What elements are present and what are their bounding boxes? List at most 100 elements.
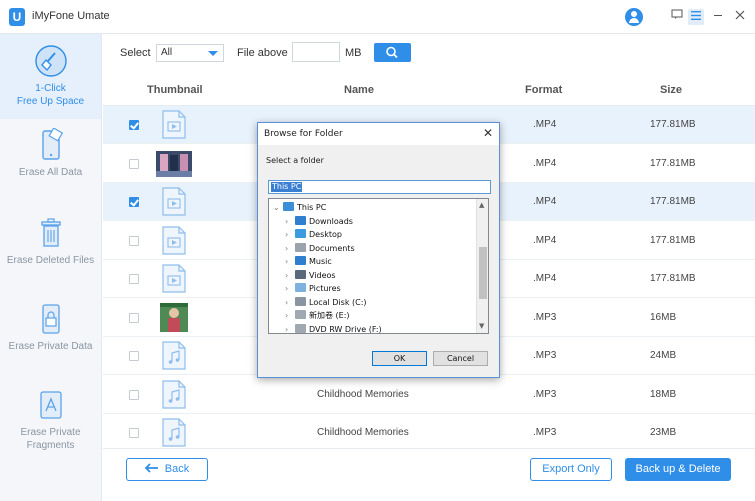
scroll-down-icon[interactable]: ▼ <box>479 322 484 330</box>
chevron-right-icon[interactable]: › <box>285 215 295 228</box>
tree-item[interactable]: › 新加卷 (E:) <box>285 309 350 322</box>
file-name: Childhood Memories <box>317 427 409 438</box>
row-checkbox[interactable] <box>129 389 139 400</box>
sidebar: 1-Click Free Up Space Erase All Data Era… <box>0 34 102 501</box>
scroll-thumb[interactable] <box>479 247 487 299</box>
chevron-right-icon[interactable]: › <box>285 282 295 295</box>
menu-icon[interactable] <box>688 9 704 25</box>
file-size: 177.81MB <box>650 234 696 246</box>
file-size: 177.81MB <box>650 196 696 207</box>
tree-item[interactable]: › Documents <box>285 242 355 255</box>
tree-scrollbar[interactable]: ▲ ▼ <box>476 199 488 333</box>
table-row[interactable]: Childhood Memories .MP3 23MB <box>103 414 755 452</box>
browse-folder-dialog: Browse for Folder ✕ Select a folder This… <box>257 122 500 378</box>
feedback-icon[interactable] <box>669 9 685 25</box>
desktop-icon <box>295 229 306 238</box>
file-format: .MP4 <box>533 119 557 130</box>
dialog-ok-button[interactable]: OK <box>372 351 427 366</box>
sidebar-item-erase-deleted-files[interactable]: Erase Deleted Files <box>0 216 101 300</box>
tree-item[interactable]: › Desktop <box>285 228 342 241</box>
lock-icon <box>41 304 60 334</box>
drive-icon <box>295 310 306 319</box>
sidebar-item-erase-all-data[interactable]: Erase All Data <box>0 128 101 208</box>
phone-eraser-icon <box>41 128 63 160</box>
row-checkbox[interactable] <box>129 312 139 323</box>
tree-item[interactable]: › Pictures <box>285 282 341 295</box>
file-size: 177.81MB <box>650 273 696 284</box>
sidebar-item-erase-private-fragments[interactable]: Erase Private Fragments <box>0 388 101 478</box>
file-format: .MP3 <box>533 311 557 323</box>
tree-item-label: 新加卷 (E:) <box>309 311 350 320</box>
close-button[interactable] <box>732 9 748 25</box>
sidebar-item-label: Free Up Space <box>16 96 85 107</box>
tree-item[interactable]: › Music <box>285 255 332 268</box>
chevron-right-icon[interactable]: › <box>285 323 295 334</box>
tree-item-label: This PC <box>297 203 327 212</box>
back-button[interactable]: Back <box>126 458 208 481</box>
row-checkbox[interactable] <box>129 158 139 169</box>
row-checkbox[interactable] <box>129 197 139 207</box>
size-input[interactable] <box>292 42 340 62</box>
dialog-title-bar: Browse for Folder ✕ <box>258 123 499 145</box>
file-format: .MP4 <box>533 273 557 284</box>
chevron-right-icon[interactable]: › <box>285 296 295 309</box>
folder-path-input[interactable]: This PC <box>268 180 491 194</box>
row-checkbox[interactable] <box>129 351 139 361</box>
category-select[interactable]: All <box>156 44 224 62</box>
tree-item-label: DVD RW Drive (F:) <box>309 324 382 334</box>
app-logo-icon: U <box>9 8 25 26</box>
column-format: Format <box>525 84 563 96</box>
dialog-cancel-button[interactable]: Cancel <box>433 351 488 366</box>
monitor-icon <box>283 202 294 211</box>
file-size: 23MB <box>650 427 677 438</box>
user-account-icon[interactable] <box>625 8 643 26</box>
chevron-right-icon[interactable]: › <box>285 242 295 255</box>
search-button[interactable] <box>374 43 411 62</box>
sidebar-item-erase-private-data[interactable]: Erase Private Data <box>0 302 101 386</box>
tree-item[interactable]: › DVD RW Drive (F:) <box>285 323 382 334</box>
dialog-close-button[interactable]: ✕ <box>483 126 493 140</box>
column-name: Name <box>344 84 374 96</box>
file-format: .MP3 <box>533 388 557 400</box>
tree-item[interactable]: › Local Disk (C:) <box>285 296 367 309</box>
tree-item-label: Desktop <box>309 230 342 239</box>
chevron-right-icon[interactable]: › <box>285 269 295 282</box>
chevron-right-icon[interactable]: › <box>285 309 295 322</box>
row-checkbox[interactable] <box>129 428 139 438</box>
tree-item-label: Videos <box>309 270 336 280</box>
sidebar-item-free-up-space[interactable]: 1-Click Free Up Space <box>0 34 101 119</box>
tree-item-label: Documents <box>309 243 355 253</box>
documents-icon <box>295 242 306 252</box>
row-checkbox[interactable] <box>129 120 139 130</box>
file-format: .MP3 <box>533 427 557 438</box>
sidebar-item-label: 1-Click <box>35 83 66 94</box>
chevron-down-icon[interactable]: ⌄ <box>273 201 283 214</box>
audio-file-icon <box>160 341 188 370</box>
file-above-label: File above <box>237 47 288 59</box>
video-file-icon <box>160 225 188 255</box>
tree-item[interactable]: ⌄ This PC <box>273 201 326 214</box>
tree-item[interactable]: › Downloads <box>285 215 353 228</box>
sidebar-item-label: Erase Private <box>20 427 81 438</box>
tree-item-label: Downloads <box>309 216 353 226</box>
column-thumbnail: Thumbnail <box>147 84 203 96</box>
scroll-up-icon[interactable]: ▲ <box>479 201 484 209</box>
export-only-button[interactable]: Export Only <box>530 458 612 481</box>
table-row[interactable]: Childhood Memories .MP3 18MB <box>103 376 755 414</box>
folder-tree[interactable]: ▲ ▼ ⌄ This PC › Downloads › Desktop › Documents… <box>268 198 489 334</box>
file-format: .MP4 <box>533 234 557 246</box>
minimize-button[interactable] <box>710 9 726 25</box>
video-file-icon <box>160 264 188 293</box>
file-size: 177.81MB <box>650 157 696 169</box>
chevron-right-icon[interactable]: › <box>285 228 295 241</box>
tree-item-label: Pictures <box>309 284 341 293</box>
chevron-right-icon[interactable]: › <box>285 255 295 268</box>
thumbnail-image <box>160 302 188 332</box>
tree-item[interactable]: › Videos <box>285 269 336 282</box>
row-checkbox[interactable] <box>129 235 139 246</box>
broom-icon <box>34 45 67 77</box>
backup-delete-button[interactable]: Back up & Delete <box>625 458 731 481</box>
file-format: .MP4 <box>533 196 557 207</box>
download-icon <box>295 215 306 225</box>
row-checkbox[interactable] <box>129 274 139 284</box>
